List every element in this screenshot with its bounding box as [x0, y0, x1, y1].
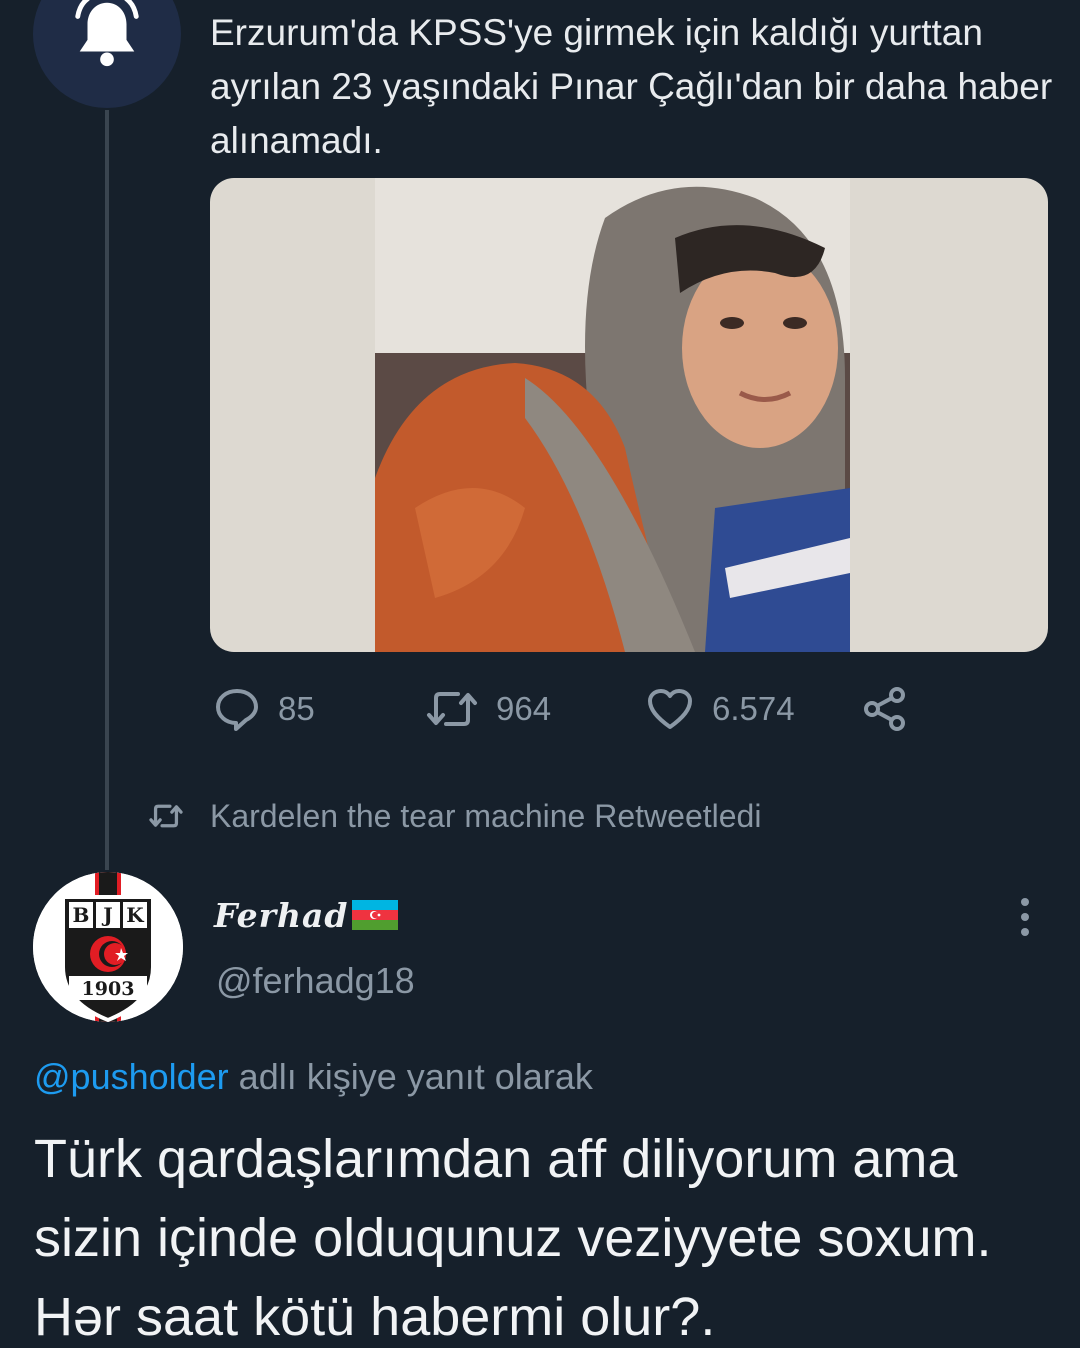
bell-icon [75, 0, 139, 67]
tweet-text: Erzurum'da KPSS'ye girmek için kaldığı y… [210, 12, 1053, 161]
retweet-icon [427, 692, 477, 726]
heart-icon [648, 689, 692, 729]
reply-count: 85 [278, 690, 315, 727]
reply-bubble-icon [216, 689, 258, 731]
retweet-button[interactable]: 964 [426, 684, 551, 734]
crest-letter-b: B [73, 903, 90, 927]
share-icon [864, 687, 905, 731]
share-button[interactable] [862, 684, 926, 734]
reply-to-mention-link[interactable]: @pusholder [34, 1056, 229, 1097]
crest-letter-k: K [126, 903, 144, 927]
author-name-text: Ferhad [214, 895, 349, 935]
tweet-action-bar: 85 964 6.574 [214, 684, 934, 734]
author-display-name[interactable]: Ferhad [214, 890, 399, 940]
bell-avatar[interactable] [33, 0, 181, 108]
tweet-media-photo[interactable] [210, 178, 1048, 652]
author-avatar[interactable]: B J K 1903 [33, 872, 183, 1022]
azerbaijan-flag-icon [352, 900, 399, 930]
portrait-photo [375, 178, 850, 652]
crest-letter-j: J [101, 903, 112, 927]
author-handle[interactable]: @ferhadg18 [216, 960, 415, 1002]
reply-to-suffix: adlı kişiye yanıt olarak [228, 1056, 593, 1097]
retweet-count: 964 [496, 690, 552, 727]
reply-tweet-text: Türk qardaşlarımdan aff diliyorum ama si… [34, 1129, 992, 1347]
thread-connector-line [105, 110, 109, 870]
retweet-icon [149, 804, 183, 828]
replying-to-line: @pusholder adlı kişiye yanıt olarak [34, 1056, 593, 1098]
crest-year: 1903 [82, 978, 135, 1000]
tweet-thread-screen: Erzurum'da KPSS'ye girmek için kaldığı y… [0, 0, 1080, 1348]
bjk-crest-logo: B J K 1903 [33, 872, 183, 1022]
reply-button[interactable]: 85 [214, 684, 315, 734]
more-options-icon[interactable] [1012, 896, 1038, 938]
retweeted-by-text: Kardelen the tear machine Retweetledi [210, 797, 762, 834]
like-button[interactable]: 6.574 [646, 684, 795, 734]
like-count: 6.574 [712, 690, 795, 727]
retweeted-by-notice[interactable]: Kardelen the tear machine Retweetledi [148, 796, 761, 836]
